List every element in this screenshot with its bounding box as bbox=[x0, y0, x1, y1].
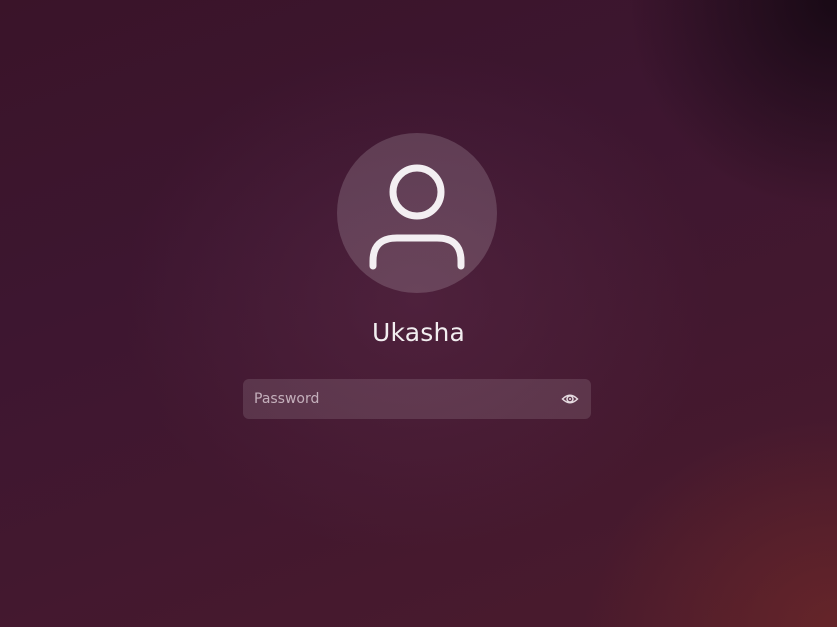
login-screen: Ukasha bbox=[0, 0, 837, 627]
password-field[interactable] bbox=[243, 379, 591, 419]
show-password-button[interactable] bbox=[561, 390, 579, 408]
user-avatar bbox=[337, 133, 497, 293]
password-input[interactable] bbox=[243, 379, 543, 419]
user-silhouette-icon bbox=[369, 164, 465, 270]
eye-icon bbox=[561, 394, 579, 404]
username-label: Ukasha bbox=[371, 318, 466, 347]
